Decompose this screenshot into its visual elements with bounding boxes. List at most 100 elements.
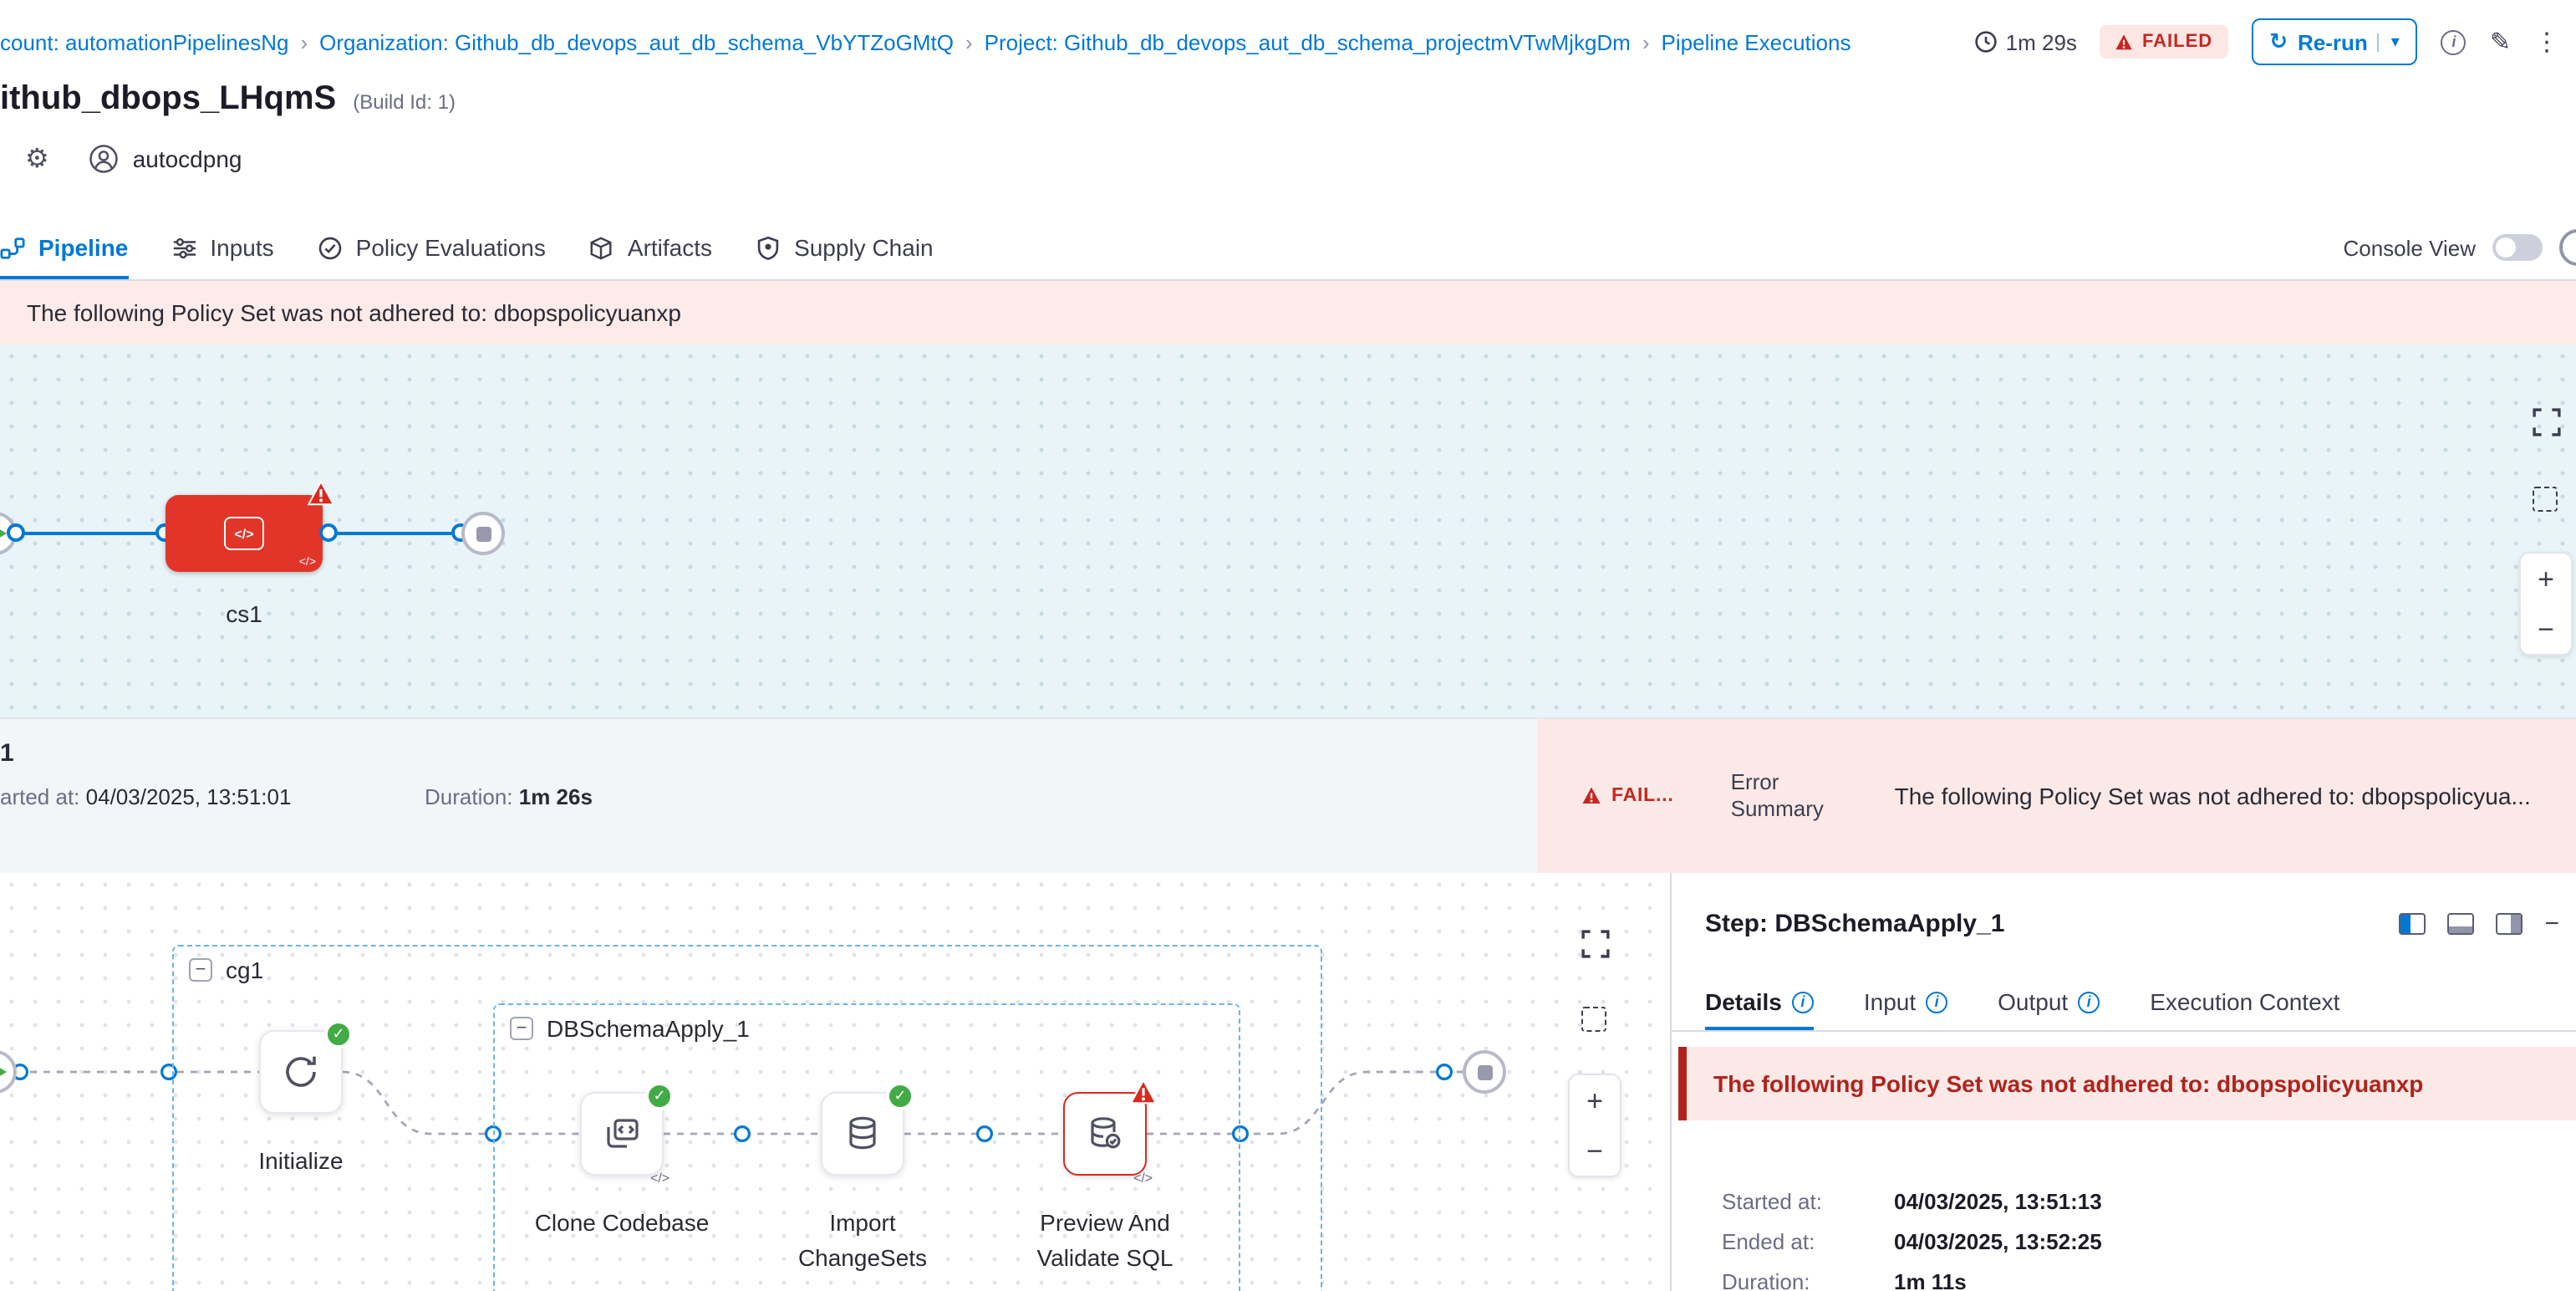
group-dbschemaapply-label: − DBSchemaApply_1 [510, 1015, 750, 1042]
tab-label: Output [1998, 988, 2068, 1015]
minimize-panel-button[interactable]: − [2544, 910, 2559, 938]
collapse-group-button[interactable]: − [189, 958, 212, 982]
marquee-select-button[interactable] [1581, 1007, 1606, 1032]
meta-row: ⚙ autocdpng [25, 142, 242, 176]
more-options-button[interactable]: ⋮ [2534, 27, 2559, 57]
collapse-group-button[interactable]: − [510, 1017, 533, 1040]
layout-right-icon[interactable] [2496, 913, 2523, 935]
avatar [89, 144, 120, 174]
zoom-controls: + − [2519, 552, 2573, 656]
tab-inputs[interactable]: Inputs [171, 216, 273, 279]
fullscreen-button[interactable] [1578, 926, 1611, 960]
fullscreen-button[interactable] [2529, 405, 2563, 438]
step-error-text: The following Policy Set was not adhered… [1713, 1070, 2423, 1097]
fail-chip-label: FAIL... [1611, 786, 1674, 806]
layout-bottom-icon[interactable] [2447, 913, 2474, 935]
step-node-import-changesets[interactable]: ✓ [821, 1092, 904, 1176]
gear-icon[interactable]: ⚙ [25, 142, 49, 176]
step-warning-icon [1130, 1079, 1157, 1105]
stage-summary-bar: 1 arted at: 04/03/2025, 13:51:01 Duratio… [0, 717, 2576, 873]
tab-pipeline[interactable]: Pipeline [0, 216, 128, 279]
step-node-initialize[interactable]: ✓ [259, 1030, 343, 1114]
fail-chip: FAIL... [1581, 786, 1674, 806]
started-label: arted at: [0, 784, 79, 809]
step-node-preview-validate-sql[interactable] [1063, 1092, 1147, 1176]
step-panel-tabs: Details i Input i Output i Execution Con… [1672, 973, 2576, 1032]
code-marker: </> [650, 1171, 669, 1186]
step-node-clone-codebase[interactable]: ✓ [580, 1092, 664, 1176]
play-icon [0, 1062, 6, 1082]
database-icon [843, 1114, 883, 1154]
success-check-icon: ✓ [324, 1020, 353, 1049]
field-label: Started at: [1722, 1189, 1894, 1214]
pipeline-icon [0, 235, 25, 260]
console-view-control: Console View i [2343, 216, 2576, 279]
rerun-button[interactable]: ↻ Re-run ▾ [2251, 18, 2418, 65]
zoom-out-button[interactable]: − [2538, 615, 2554, 643]
chevron-down-icon: ▾ [2378, 33, 2400, 51]
tab-label: Input [1864, 988, 1916, 1015]
step-panel-title: Step: DBSchemaApply_1 [1705, 910, 2004, 938]
error-summary-label: Error Summary [1731, 769, 1838, 823]
page-title: ithub_dbops_LHqmS [0, 80, 336, 119]
tab-details[interactable]: Details i [1705, 973, 1814, 1030]
tab-output[interactable]: Output i [1998, 973, 2100, 1030]
zoom-controls: + − [1568, 1074, 1621, 1177]
breadcrumb-account[interactable]: count: automationPipelinesNg [0, 29, 288, 54]
field-row: Started at: 04/03/2025, 13:51:13 [1722, 1189, 2102, 1214]
stop-icon [476, 526, 491, 541]
warning-icon [2115, 33, 2134, 51]
breadcrumb-separator-icon: › [300, 29, 308, 54]
codebase-icon: </> [224, 517, 264, 550]
info-icon: i [1926, 991, 1947, 1013]
clipped-circle-icon[interactable]: i [2559, 229, 2576, 266]
duration-label: Duration: [425, 784, 513, 809]
zoom-in-button[interactable]: + [2538, 564, 2554, 593]
field-label: Ended at: [1722, 1229, 1894, 1254]
step-detail-fields: Started at: 04/03/2025, 13:51:13 Ended a… [1722, 1189, 2102, 1291]
group-name: cg1 [226, 957, 263, 983]
tab-label: Inputs [210, 234, 273, 261]
execution-duration: 1m 29s [1974, 29, 2077, 54]
user-icon [89, 144, 120, 174]
group-cg1-label: − cg1 [189, 957, 263, 983]
zoom-in-button[interactable]: + [1586, 1086, 1603, 1115]
success-check-icon: ✓ [645, 1082, 674, 1110]
console-view-label: Console View [2343, 235, 2476, 260]
layout-left-icon[interactable] [2399, 913, 2426, 935]
refresh-icon [281, 1052, 321, 1092]
connector-line [22, 532, 157, 535]
refresh-icon: ↻ [2269, 28, 2288, 55]
code-marker: </> [1133, 1171, 1153, 1186]
stage-error-section: FAIL... Error Summary The following Poli… [1538, 719, 2576, 873]
pipeline-execution-page: count: automationPipelinesNg › Organizat… [0, 0, 2576, 1291]
breadcrumb-project[interactable]: Project: Github_db_devops_aut_db_schema_… [985, 29, 1631, 54]
breadcrumb-pipeline-executions[interactable]: Pipeline Executions [1662, 29, 1851, 54]
stage-started-at: arted at: 04/03/2025, 13:51:01 [0, 784, 291, 809]
tab-supply-chain[interactable]: Supply Chain [756, 216, 934, 279]
zoom-out-button[interactable]: − [1586, 1136, 1603, 1165]
execution-graph-canvas: − cg1 − DBSchemaApply_1 ✓ Initialize ✓ <… [0, 873, 1672, 1291]
pipeline-end-node [461, 512, 505, 555]
tab-label: Artifacts [628, 234, 712, 261]
graph-end-node [1463, 1050, 1506, 1094]
tab-label: Execution Context [2150, 988, 2339, 1015]
connector-point [7, 523, 25, 542]
tab-label: Supply Chain [794, 234, 934, 261]
tab-label: Pipeline [38, 234, 128, 261]
tab-execution-context[interactable]: Execution Context [2150, 973, 2339, 1030]
info-icon: i [2078, 991, 2100, 1013]
edit-pipeline-button[interactable]: ✎ [2490, 27, 2511, 57]
marquee-select-button[interactable] [2533, 487, 2558, 512]
console-view-toggle[interactable] [2492, 234, 2543, 261]
tab-policy-evaluations[interactable]: Policy Evaluations [318, 216, 546, 279]
stage-node-cs1[interactable]: </> </> [165, 495, 323, 572]
info-button[interactable]: i [2441, 29, 2467, 54]
info-icon: i [2441, 29, 2467, 54]
tab-artifacts[interactable]: Artifacts [589, 216, 712, 279]
tab-input[interactable]: Input i [1864, 973, 1947, 1030]
info-icon: i [1792, 991, 1814, 1013]
step-label-clone-codebase: Clone Codebase [530, 1206, 714, 1241]
breadcrumb-organization[interactable]: Organization: Github_db_devops_aut_db_sc… [319, 29, 954, 54]
step-error-banner: The following Policy Set was not adhered… [1678, 1047, 2576, 1120]
